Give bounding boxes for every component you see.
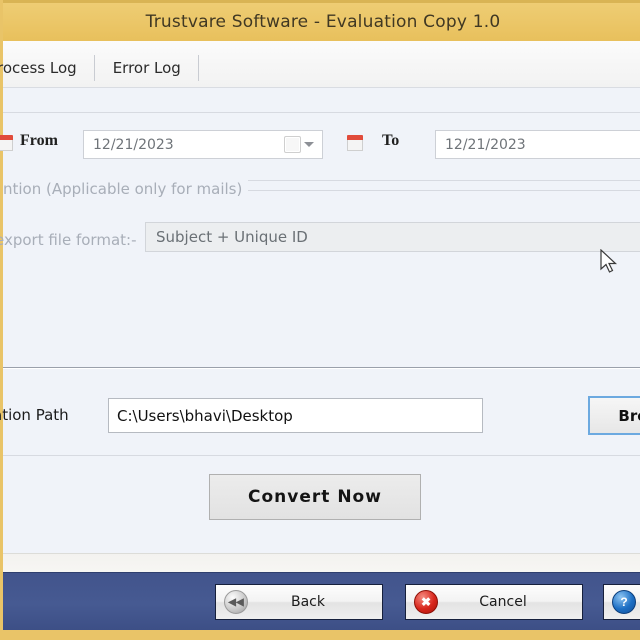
destination-path-value: C:\Users\bhavi\Desktop — [117, 406, 293, 425]
export-format-combo[interactable]: Subject + Unique ID — [145, 222, 640, 252]
date-picker-icon-from[interactable] — [284, 135, 318, 155]
from-date-value: 12/21/2023 — [93, 136, 174, 153]
application-window: Trustvare Software - Evaluation Copy 1.0… — [0, 0, 640, 640]
help-circle-icon: ? — [612, 590, 636, 614]
destination-path-row: ation Path C:\Users\bhavi\Desktop Bro — [0, 388, 640, 448]
help-button[interactable]: ? — [603, 584, 640, 620]
tab-process-log-label: rocess Log — [0, 59, 77, 77]
browse-button[interactable]: Bro — [588, 396, 640, 435]
to-label: To — [382, 132, 400, 149]
mouse-cursor — [600, 249, 618, 273]
naming-convention-title: ntion (Applicable only for mails) — [3, 180, 249, 198]
convert-now-button[interactable]: Convert Now — [209, 474, 421, 520]
content-bottom-bevel — [3, 553, 640, 572]
from-date-input[interactable]: 12/21/2023 — [83, 130, 323, 159]
separator-mid-lower — [3, 367, 640, 369]
destination-path-input[interactable]: C:\Users\bhavi\Desktop — [108, 398, 483, 433]
cancel-button[interactable]: ✖ Cancel — [405, 584, 583, 620]
cancel-button-label: Cancel — [479, 594, 527, 610]
title-bar: Trustvare Software - Evaluation Copy 1.0 — [3, 0, 640, 41]
error-circle-icon: ✖ — [414, 590, 438, 614]
calendar-icon-from — [0, 135, 13, 151]
date-filter-row: From 12/21/2023 To 12/21/2023 — [0, 113, 640, 173]
footer-bar: ◀◀ Back ✖ Cancel ? — [3, 572, 640, 630]
window-bottom-border — [3, 630, 640, 640]
destination-path-label: ation Path — [0, 406, 69, 424]
back-button-label: Back — [291, 594, 325, 610]
back-button[interactable]: ◀◀ Back — [215, 584, 383, 620]
from-label: From — [20, 132, 58, 149]
export-format-value: Subject + Unique ID — [156, 228, 308, 246]
separator-bottom — [3, 455, 640, 456]
tab-error-log[interactable]: Error Log — [95, 49, 199, 87]
browse-button-label: Bro — [618, 406, 640, 425]
content-area: From 12/21/2023 To 12/21/2023 ntion (App… — [0, 88, 640, 553]
calendar-icon-to — [347, 135, 363, 151]
tab-strip: rocess Log Error Log — [0, 41, 640, 88]
export-format-label: export file format:- — [0, 231, 137, 249]
to-date-input[interactable]: 12/21/2023 — [435, 130, 640, 159]
window-title: Trustvare Software - Evaluation Copy 1.0 — [145, 12, 501, 32]
to-date-value: 12/21/2023 — [445, 136, 526, 153]
tab-process-log[interactable]: rocess Log — [0, 49, 95, 87]
convert-now-label: Convert Now — [248, 487, 382, 507]
rewind-icon: ◀◀ — [224, 590, 248, 614]
tab-error-log-label: Error Log — [112, 59, 181, 77]
